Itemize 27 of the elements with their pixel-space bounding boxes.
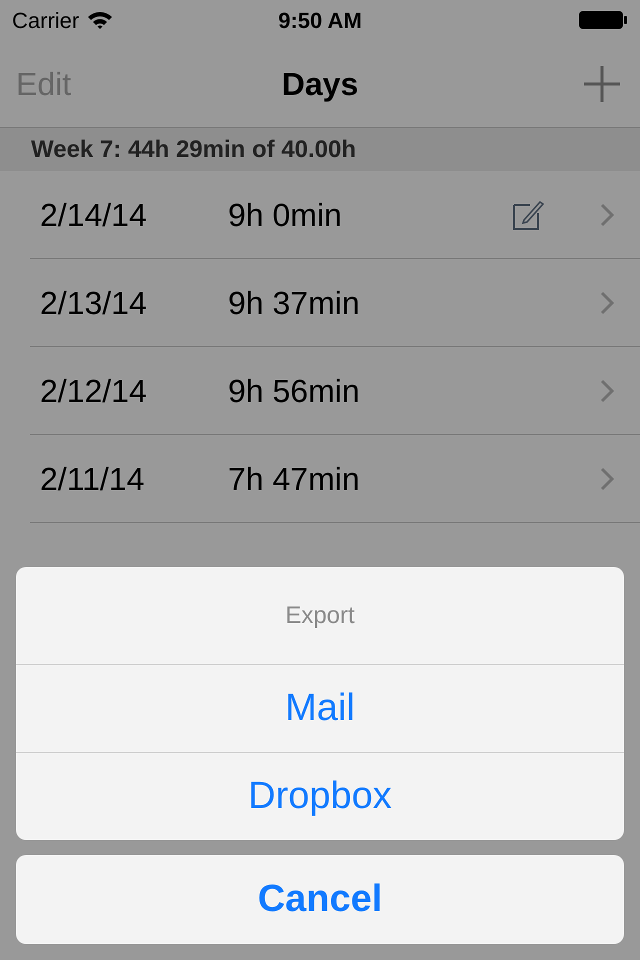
export-option[interactable]: Mail — [16, 664, 624, 752]
nav-title: Days — [282, 64, 358, 104]
chevron-icon — [600, 203, 614, 227]
wifi-icon — [87, 10, 114, 30]
chevron-icon — [600, 467, 614, 491]
duration-label: 9h 56min — [228, 372, 361, 411]
export-option[interactable]: Dropbox — [16, 752, 624, 840]
carrier-label: Carrier — [12, 6, 80, 34]
chevron-icon — [600, 379, 614, 403]
day-row[interactable]: 2/12/14 9h 56min — [0, 347, 640, 435]
plus-icon — [583, 64, 621, 102]
section-title: Week 7: 44h 29min of 40.00h — [31, 134, 356, 164]
date-label: 2/11/14 — [40, 460, 146, 499]
cancel-button[interactable]: Cancel — [16, 855, 624, 944]
day-row[interactable]: 2/13/14 9h 37min — [0, 259, 640, 347]
day-row[interactable]: 2/14/14 9h 0min — [0, 171, 640, 259]
clock-time: 9:50 AM — [278, 6, 362, 34]
date-label: 2/12/14 — [40, 372, 148, 411]
date-label: 2/14/14 — [40, 196, 148, 235]
chevron-icon — [600, 291, 614, 315]
date-label: 2/13/14 — [40, 284, 148, 323]
battery-icon — [578, 10, 628, 30]
sheet-title: Export — [285, 600, 355, 630]
duration-label: 9h 0min — [228, 196, 343, 235]
day-row[interactable]: 2/11/14 7h 47min — [0, 435, 640, 523]
duration-label: 7h 47min — [228, 460, 361, 499]
duration-label: 9h 37min — [228, 284, 361, 323]
